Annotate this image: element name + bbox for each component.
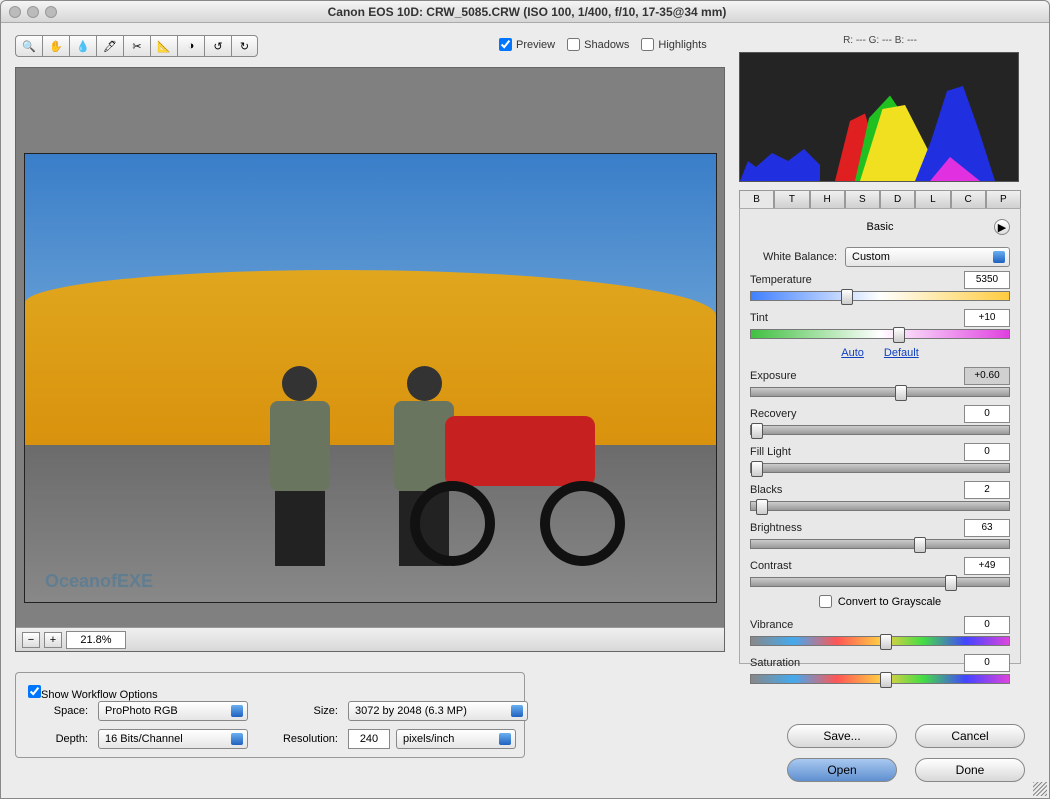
rotate-cw-tool[interactable]: ↻ <box>231 35 258 57</box>
grayscale-label: Convert to Grayscale <box>838 596 941 608</box>
color-sampler-tool[interactable]: 🖊 <box>96 35 123 57</box>
blacks-label: Blacks <box>750 484 782 496</box>
straighten-tool[interactable]: 📐 <box>150 35 177 57</box>
zoom-level-select[interactable]: 21.8% <box>66 631 126 649</box>
contrast-value[interactable]: +49 <box>964 557 1010 575</box>
recovery-label: Recovery <box>750 408 796 420</box>
panel-menu-icon[interactable]: ▶ <box>994 219 1010 235</box>
panel-title: Basic ▶ <box>750 217 1010 243</box>
white-balance-select[interactable]: Custom <box>845 247 1010 267</box>
resolution-input[interactable]: 240 <box>348 729 390 749</box>
tint-label: Tint <box>750 312 768 324</box>
saturation-label: Saturation <box>750 657 800 669</box>
white-balance-tool[interactable]: 💧 <box>69 35 96 57</box>
zoom-in-button[interactable]: + <box>44 632 62 648</box>
preview-checkbox[interactable] <box>499 38 512 51</box>
hand-tool[interactable]: ✋ <box>42 35 69 57</box>
vibrance-value[interactable]: 0 <box>964 616 1010 634</box>
watermark: OceanofEXE <box>45 571 153 592</box>
done-button[interactable]: Done <box>915 758 1025 782</box>
preview-image: OceanofEXE <box>24 153 717 603</box>
tab-basic[interactable]: B <box>739 190 774 208</box>
zoom-tool[interactable]: 🔍 <box>15 35 42 57</box>
default-link[interactable]: Default <box>884 347 919 359</box>
preview-options: Preview Shadows Highlights <box>499 38 707 51</box>
exposure-value[interactable]: +0.60 <box>964 367 1010 385</box>
space-select[interactable]: ProPhoto RGB <box>98 701 248 721</box>
preview-area[interactable]: OceanofEXE − + 21.8% <box>15 67 725 652</box>
recovery-value[interactable]: 0 <box>964 405 1010 423</box>
grayscale-checkbox[interactable] <box>819 595 832 608</box>
shadows-checkbox[interactable] <box>567 38 580 51</box>
temperature-value[interactable]: 5350 <box>964 271 1010 289</box>
temperature-label: Temperature <box>750 274 812 286</box>
window-title: Canon EOS 10D: CRW_5085.CRW (ISO 100, 1/… <box>57 5 997 19</box>
tab-camera[interactable]: C <box>951 190 986 208</box>
temperature-slider[interactable] <box>750 291 1010 301</box>
retouch-tool[interactable]: ◑ <box>177 35 204 57</box>
show-workflow-label: Show Workflow Options <box>41 689 158 701</box>
tab-lens[interactable]: L <box>915 190 950 208</box>
blacks-value[interactable]: 2 <box>964 481 1010 499</box>
zoom-out-button[interactable]: − <box>22 632 40 648</box>
blacks-slider[interactable] <box>750 501 1010 511</box>
save-button[interactable]: Save... <box>787 724 897 748</box>
titlebar[interactable]: Canon EOS 10D: CRW_5085.CRW (ISO 100, 1/… <box>1 1 1049 23</box>
tab-tone-curve[interactable]: T <box>774 190 809 208</box>
white-balance-label: White Balance: <box>750 251 845 263</box>
tint-slider[interactable] <box>750 329 1010 339</box>
panel-tabs: B T H S D L C P <box>739 190 1021 209</box>
vibrance-slider[interactable] <box>750 636 1010 646</box>
tab-presets[interactable]: P <box>986 190 1021 208</box>
crop-tool[interactable]: ✂ <box>123 35 150 57</box>
resolution-label: Resolution: <box>258 733 338 745</box>
depth-label: Depth: <box>28 733 88 745</box>
auto-link[interactable]: Auto <box>841 347 864 359</box>
exposure-slider[interactable] <box>750 387 1010 397</box>
rotate-ccw-tool[interactable]: ↺ <box>204 35 231 57</box>
filllight-value[interactable]: 0 <box>964 443 1010 461</box>
brightness-label: Brightness <box>750 522 802 534</box>
filllight-label: Fill Light <box>750 446 791 458</box>
contrast-slider[interactable] <box>750 577 1010 587</box>
recovery-slider[interactable] <box>750 425 1010 435</box>
space-label: Space: <box>28 705 88 717</box>
histogram[interactable] <box>739 52 1019 182</box>
zoom-bar: − + 21.8% <box>16 627 724 651</box>
size-label: Size: <box>258 705 338 717</box>
basic-panel: Basic ▶ White Balance: Custom Temperatur… <box>739 209 1021 664</box>
filllight-slider[interactable] <box>750 463 1010 473</box>
cancel-button[interactable]: Cancel <box>915 724 1025 748</box>
contrast-label: Contrast <box>750 560 792 572</box>
highlights-checkbox[interactable] <box>641 38 654 51</box>
saturation-value[interactable]: 0 <box>964 654 1010 672</box>
vibrance-label: Vibrance <box>750 619 793 631</box>
exposure-label: Exposure <box>750 370 796 382</box>
camera-raw-dialog: Canon EOS 10D: CRW_5085.CRW (ISO 100, 1/… <box>0 0 1050 799</box>
tint-value[interactable]: +10 <box>964 309 1010 327</box>
resolution-unit-select[interactable]: pixels/inch <box>396 729 516 749</box>
size-select[interactable]: 3072 by 2048 (6.3 MP) <box>348 701 528 721</box>
window-controls[interactable] <box>1 6 57 18</box>
brightness-value[interactable]: 63 <box>964 519 1010 537</box>
rgb-readout: R: --- G: --- B: --- <box>739 35 1021 52</box>
brightness-slider[interactable] <box>750 539 1010 549</box>
tab-hsl[interactable]: H <box>810 190 845 208</box>
show-workflow-checkbox[interactable] <box>28 685 41 698</box>
open-button[interactable]: Open <box>787 758 897 782</box>
tab-split[interactable]: S <box>845 190 880 208</box>
workflow-options: Show Workflow Options Space: ProPhoto RG… <box>15 672 525 758</box>
depth-select[interactable]: 16 Bits/Channel <box>98 729 248 749</box>
saturation-slider[interactable] <box>750 674 1010 684</box>
resize-grip[interactable] <box>1033 782 1047 796</box>
tab-detail[interactable]: D <box>880 190 915 208</box>
